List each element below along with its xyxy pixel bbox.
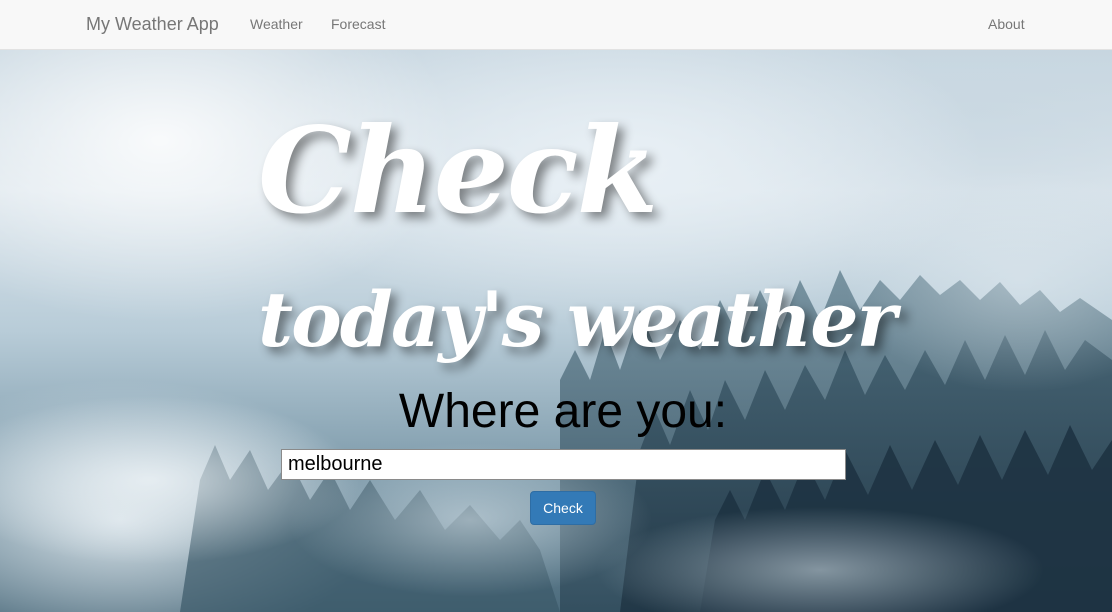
location-input[interactable]	[281, 449, 846, 480]
brand-link[interactable]: My Weather App	[86, 14, 219, 35]
location-prompt: Where are you:	[398, 385, 728, 438]
nav-link-forecast[interactable]: Forecast	[331, 16, 385, 32]
nav-link-weather[interactable]: Weather	[250, 16, 303, 32]
headline-todays-weather: today's weather	[258, 275, 897, 364]
navbar: My Weather App Weather Forecast About	[0, 0, 1112, 50]
hero-section: Check today's weather Where are you: Che…	[0, 50, 1112, 612]
headline-check: Check	[258, 101, 658, 240]
nav-link-about[interactable]: About	[988, 16, 1025, 32]
check-button[interactable]: Check	[530, 491, 596, 525]
